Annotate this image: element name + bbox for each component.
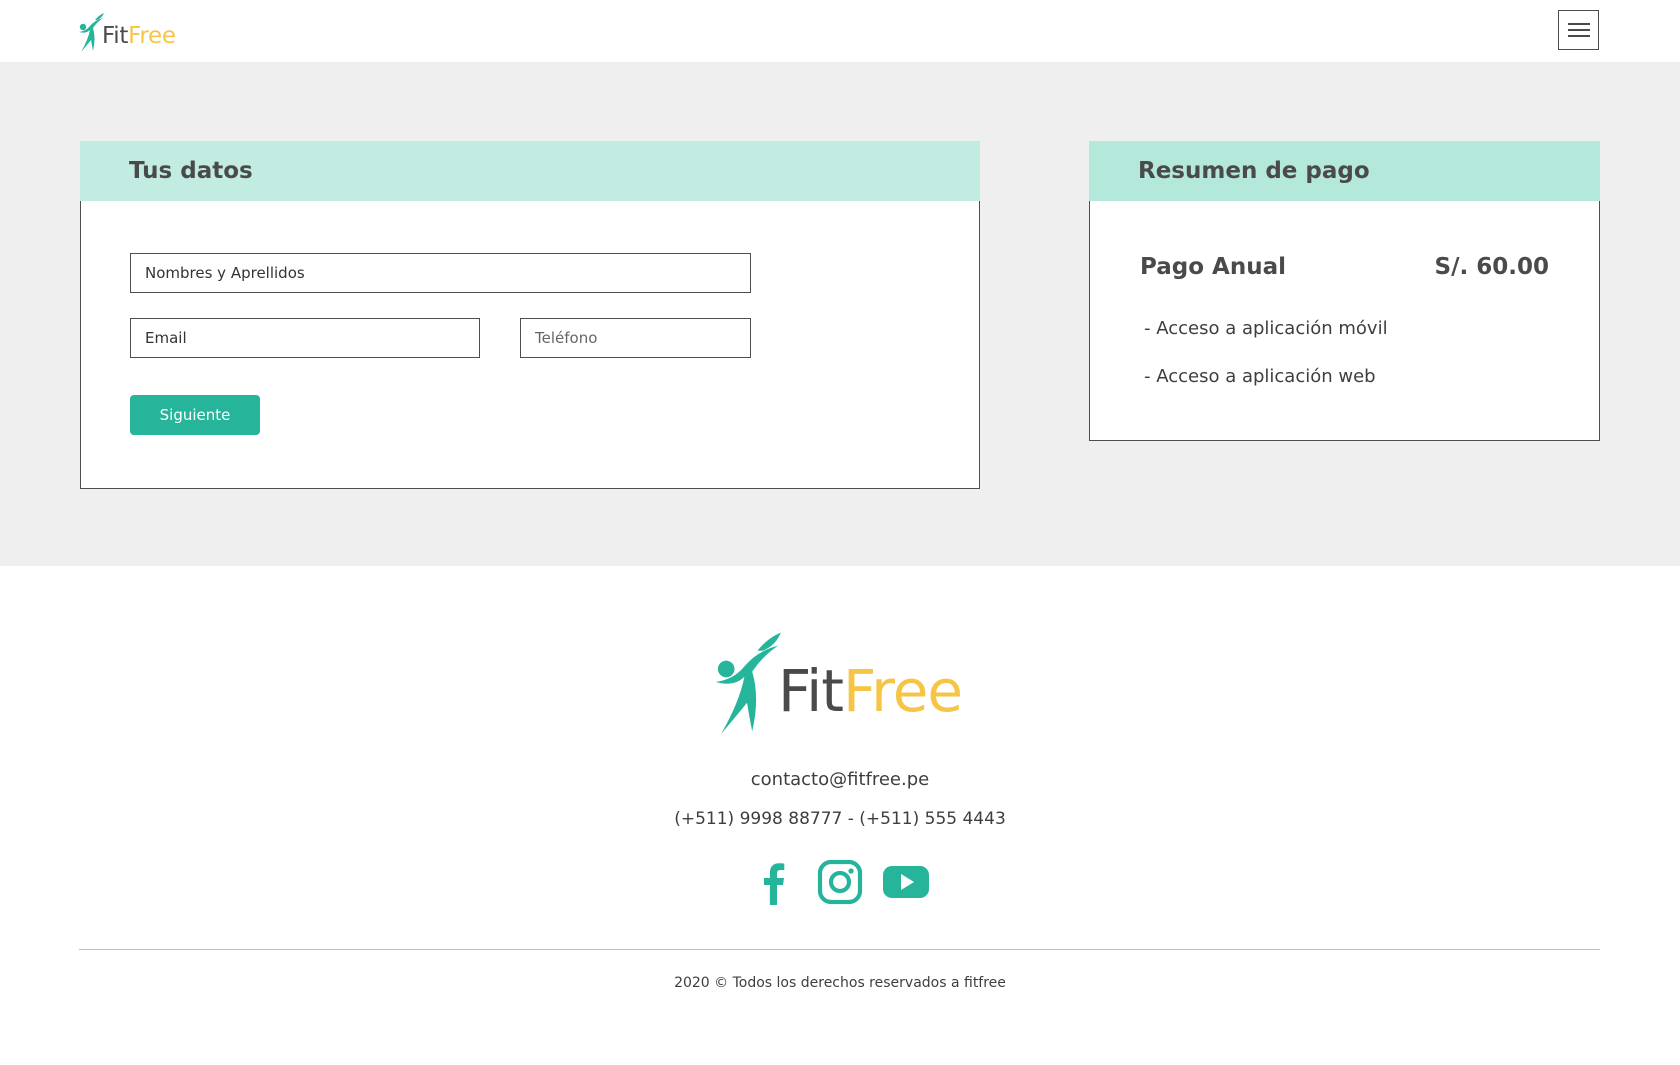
logo-wordmark: FitFree [102,25,176,48]
resumen-card-header: Resumen de pago [1089,141,1600,201]
email-input[interactable] [130,318,480,358]
plan-label: Pago Anual [1140,254,1286,280]
header-logo[interactable]: FitFree [78,8,176,52]
siguiente-button[interactable]: Siguiente [130,395,260,435]
facebook-link[interactable] [751,859,797,905]
datos-card-header: Tus datos [80,141,980,201]
logo-fit-text: Fit [102,23,129,49]
footer-divider [79,949,1600,950]
fitfree-runner-icon [715,632,781,734]
logo-fit-text: Fit [778,657,844,725]
instagram-link[interactable] [817,859,863,905]
resumen-card: Resumen de pago Pago Anual S/. 60.00 - A… [1089,141,1600,441]
nombres-input[interactable] [130,253,751,293]
instagram-icon [817,859,863,905]
footer-logo: FitFree [712,630,963,734]
logo-free-text: Free [843,657,963,725]
facebook-icon [764,863,785,905]
resumen-title: Resumen de pago [1138,158,1370,184]
datos-card: Tus datos Siguiente [80,141,980,489]
contact-email[interactable]: contacto@fitfree.pe [0,769,1680,790]
contact-phones: (+511) 9998 88777 - (+511) 555 4443 [674,809,1006,829]
fitfree-runner-icon [79,13,104,52]
youtube-icon [883,866,929,898]
hamburger-menu-icon [1567,23,1590,37]
plan-price: S/. 60.00 [1434,254,1549,280]
copyright-text: 2020 © Todos los derechos reservados a f… [674,975,1006,991]
menu-button[interactable] [1558,10,1599,50]
youtube-link[interactable] [883,859,929,905]
social-links [0,859,1680,905]
site-header: FitFree [0,0,1680,62]
footer-logo-wordmark: FitFree [778,662,963,720]
plan-feature: - Acceso a aplicación móvil [1144,318,1388,339]
plan-feature: - Acceso a aplicación web [1144,366,1376,387]
datos-title: Tus datos [129,158,253,184]
logo-free-text: Free [128,23,176,49]
site-footer: FitFree contacto@fitfree.pe (+511) 9998 … [0,566,1680,1065]
checkout-section: Tus datos Siguiente Resumen de pago Pago… [0,62,1680,566]
telefono-input[interactable] [520,318,751,358]
plan-row: Pago Anual S/. 60.00 [1140,254,1549,280]
